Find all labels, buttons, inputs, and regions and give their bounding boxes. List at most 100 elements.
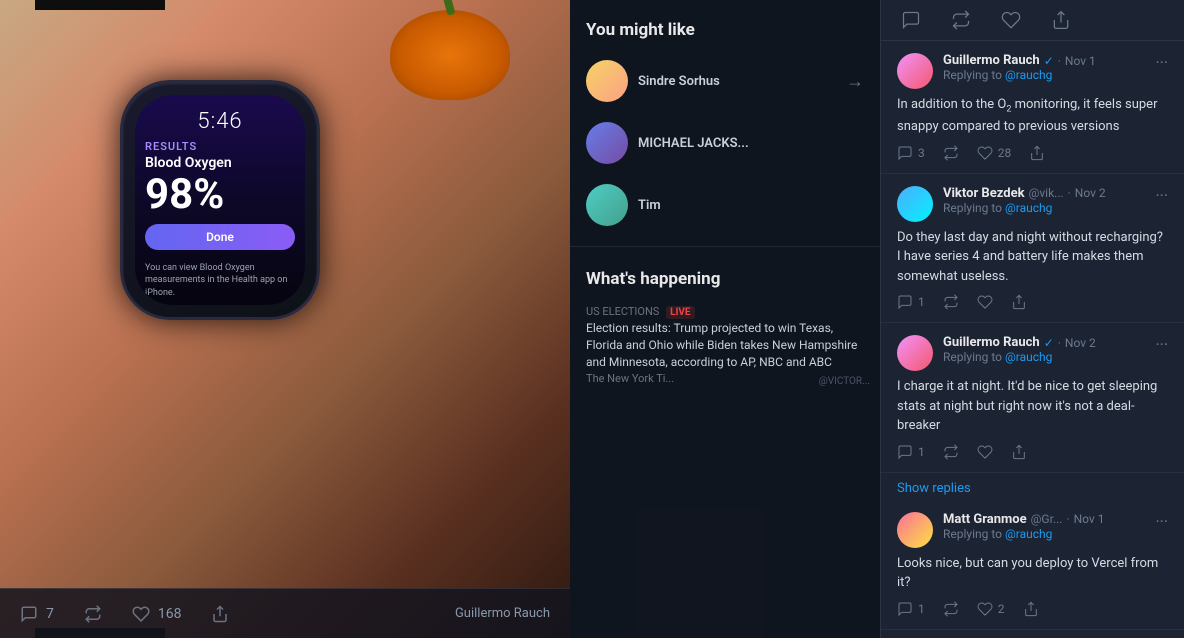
tweet-actions-2: 1 [897, 444, 1168, 460]
suggestion-item-1[interactable]: MICHAEL JACKS... [570, 112, 880, 174]
tweet-item-2: Guillermo Rauch ✓ · Nov 2 Replying to @r… [881, 323, 1184, 473]
tweet-like-count-0: 28 [998, 146, 1012, 160]
tweet-name-0: Guillermo Rauch [943, 53, 1040, 68]
tweet-name-1: Viktor Bezdek [943, 186, 1025, 201]
share-icon [211, 605, 229, 623]
suggestion-avatar-1 [586, 122, 628, 164]
tweet-like-btn-2[interactable] [977, 444, 993, 460]
happening-text-0: Election results: Trump projected to win… [586, 320, 864, 370]
tweet-rt-btn-0[interactable] [943, 145, 959, 161]
tweet-item-1: Viktor Bezdek @vik... · Nov 2 Replying t… [881, 174, 1184, 324]
suggestion-avatar-2 [586, 184, 628, 226]
tweet-reply-btn-3[interactable]: 1 [897, 601, 925, 617]
tweet-item-0: Guillermo Rauch ✓ · Nov 1 Replying to @r… [881, 41, 1184, 174]
pumpkin-decoration [390, 10, 510, 100]
watch-background: 5:46 Results Blood Oxygen 98% Done You c… [0, 0, 570, 638]
tweet-more-0[interactable]: ··· [1155, 53, 1168, 72]
watch-time: 5:46 [135, 95, 305, 134]
tweet-actions-1: 1 [897, 294, 1168, 310]
tweet-rt-btn-2[interactable] [943, 444, 959, 460]
verified-icon-0: ✓ [1044, 54, 1054, 68]
tweet-dot-2: · [1058, 336, 1061, 350]
comment-top-icon[interactable] [901, 10, 921, 30]
top-action-bar [881, 0, 1184, 41]
tweet-text-0: In addition to the O2 monitoring, it fee… [897, 95, 1168, 137]
tweet-actions-3: 1 2 [897, 601, 1168, 617]
reply-action[interactable]: 7 [20, 605, 54, 623]
happening-category-0: US ELECTIONS LIVE [586, 305, 864, 318]
tweet-share-btn-3[interactable] [1023, 601, 1039, 617]
suggestion-name-2: Tim [638, 198, 661, 213]
watch-percentage: 98% [135, 174, 305, 216]
tweet-name-row-0: Guillermo Rauch ✓ · Nov 1 [943, 53, 1145, 68]
image-bottom-bar: 7 168 Guillermo Rauch [0, 588, 570, 638]
watch-band-top [35, 0, 165, 10]
tweet-reply-to-2: Replying to @rauchg [943, 350, 1145, 364]
tweet-date-1: Nov 2 [1075, 186, 1106, 200]
suggestion-name-0: Sindre Sorhus [638, 74, 720, 89]
tweet-date-0: Nov 1 [1065, 54, 1096, 68]
like-count: 168 [158, 606, 182, 622]
tweet-meta-1: Viktor Bezdek @vik... · Nov 2 Replying t… [943, 186, 1145, 219]
watch-note: You can view Blood Oxygen measurements i… [135, 258, 305, 304]
tweet-name-row-1: Viktor Bezdek @vik... · Nov 2 [943, 186, 1145, 201]
tweet-handle-3: @Gr... [1031, 512, 1063, 526]
tweet-dot-1: · [1068, 186, 1071, 200]
like-action[interactable]: 168 [132, 605, 182, 623]
tweet-text-1: Do they last day and night without recha… [897, 228, 1168, 287]
like-top-icon[interactable] [1001, 10, 1021, 30]
tweet-name-row-3: Matt Granmoe @Gr... · Nov 1 [943, 512, 1145, 527]
tweet-reply-btn-2[interactable]: 1 [897, 444, 925, 460]
share-action[interactable] [211, 605, 229, 623]
tweet-header-1: Viktor Bezdek @vik... · Nov 2 Replying t… [897, 186, 1168, 222]
tweet-date-2: Nov 2 [1065, 336, 1096, 350]
tweet-text-2: I charge it at night. It'd be nice to ge… [897, 377, 1168, 436]
like-icon [132, 605, 150, 623]
tweet-name-2: Guillermo Rauch [943, 335, 1040, 350]
tweet-handle-1: @vik... [1029, 186, 1064, 200]
tweet-reply-count-2: 1 [918, 445, 925, 459]
tweet-actions-0: 3 28 [897, 145, 1168, 161]
image-section: 5:46 Results Blood Oxygen 98% Done You c… [0, 0, 570, 638]
watch-screen: 5:46 Results Blood Oxygen 98% Done You c… [135, 95, 305, 305]
tweet-share-btn-1[interactable] [1011, 294, 1027, 310]
tweet-avatar-0 [897, 53, 933, 89]
tweet-name-3: Matt Granmoe [943, 512, 1027, 527]
what-happening-header: What's happening [570, 257, 880, 297]
tweet-more-1[interactable]: ··· [1155, 186, 1168, 205]
tweet-reply-btn-0[interactable]: 3 [897, 145, 925, 161]
suggestion-item-0[interactable]: Sindre Sorhus → [570, 50, 880, 112]
retweet-top-icon[interactable] [951, 10, 971, 30]
tweet-reply-count-0: 3 [918, 146, 925, 160]
tweet-reply-to-3: Replying to @rauchg [943, 527, 1145, 541]
watch-body: 5:46 Results Blood Oxygen 98% Done You c… [120, 80, 320, 320]
tweet-text-3: Looks nice, but can you deploy to Vercel… [897, 554, 1168, 593]
arrow-icon-0: → [846, 71, 864, 92]
tweet-like-btn-3[interactable]: 2 [977, 601, 1005, 617]
retweet-action[interactable] [84, 605, 102, 623]
tweet-more-2[interactable]: ··· [1155, 335, 1168, 354]
tweet-share-btn-0[interactable] [1029, 145, 1045, 161]
tweet-avatar-1 [897, 186, 933, 222]
tweet-meta-0: Guillermo Rauch ✓ · Nov 1 Replying to @r… [943, 53, 1145, 86]
verified-icon-2: ✓ [1044, 336, 1054, 350]
tweet-rt-btn-3[interactable] [943, 601, 959, 617]
divider-1 [570, 246, 880, 247]
watch-done-button: Done [145, 224, 295, 250]
reply-icon [20, 605, 38, 623]
tweet-reply-btn-1[interactable]: 1 [897, 294, 925, 310]
suggestion-avatar-0 [586, 60, 628, 102]
show-replies-button[interactable]: Show replies [881, 473, 1184, 500]
tweet-share-btn-2[interactable] [1011, 444, 1027, 460]
tweet-rt-btn-1[interactable] [943, 294, 959, 310]
retweet-icon [84, 605, 102, 623]
share-top-icon[interactable] [1051, 10, 1071, 30]
tweet-like-btn-1[interactable] [977, 294, 993, 310]
tweet-reply-to-1: Replying to @rauchg [943, 201, 1145, 215]
right-panel: Guillermo Rauch ✓ · Nov 1 Replying to @r… [880, 0, 1184, 638]
tweet-date-3: Nov 1 [1074, 512, 1105, 526]
you-might-like-header: You might like [570, 0, 880, 50]
tweet-more-3[interactable]: ··· [1155, 512, 1168, 531]
tweet-like-btn-0[interactable]: 28 [977, 145, 1012, 161]
suggestion-item-2[interactable]: Tim [570, 174, 880, 236]
